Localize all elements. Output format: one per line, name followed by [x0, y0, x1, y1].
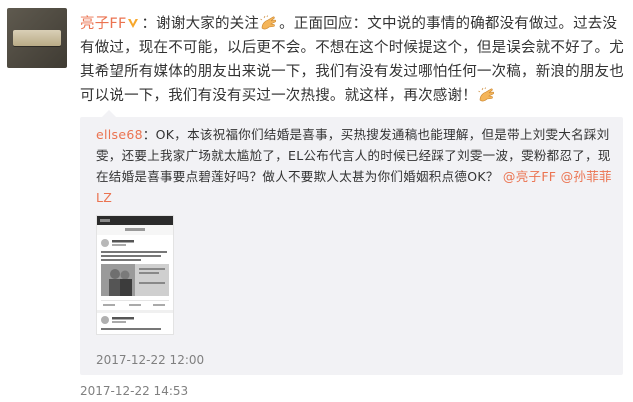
- repost-arrow: [102, 110, 116, 117]
- clapping-hands-icon: [260, 15, 277, 30]
- post-body: 亮子FF ：谢谢大家的关注 。正面回应：文中说的事情的确都没有做过。过去没有做过…: [80, 12, 625, 108]
- avatar-image: [13, 30, 61, 46]
- post-timestamp[interactable]: 2017-12-22 14:53: [80, 384, 188, 398]
- repost-text: ellse68：OK，本该祝福你们结婚是喜事，买热搜发通稿也能理解，但是带上刘雯…: [96, 124, 616, 208]
- repost-image-thumbnail[interactable]: [96, 215, 174, 335]
- repost-timestamp[interactable]: 2017-12-22 12:00: [96, 353, 204, 367]
- phone-screenshot-image: [97, 216, 173, 334]
- post-author-link[interactable]: 亮子FF: [80, 16, 126, 32]
- vip-badge-icon[interactable]: [127, 17, 139, 29]
- user-avatar[interactable]: [7, 8, 67, 68]
- clapping-hands-icon-2: [478, 87, 494, 102]
- post-text-part1: ：谢谢大家的关注: [141, 16, 260, 32]
- repost-author-link[interactable]: ellse68: [96, 127, 143, 142]
- mention-link-1[interactable]: @亮子FF: [503, 169, 556, 184]
